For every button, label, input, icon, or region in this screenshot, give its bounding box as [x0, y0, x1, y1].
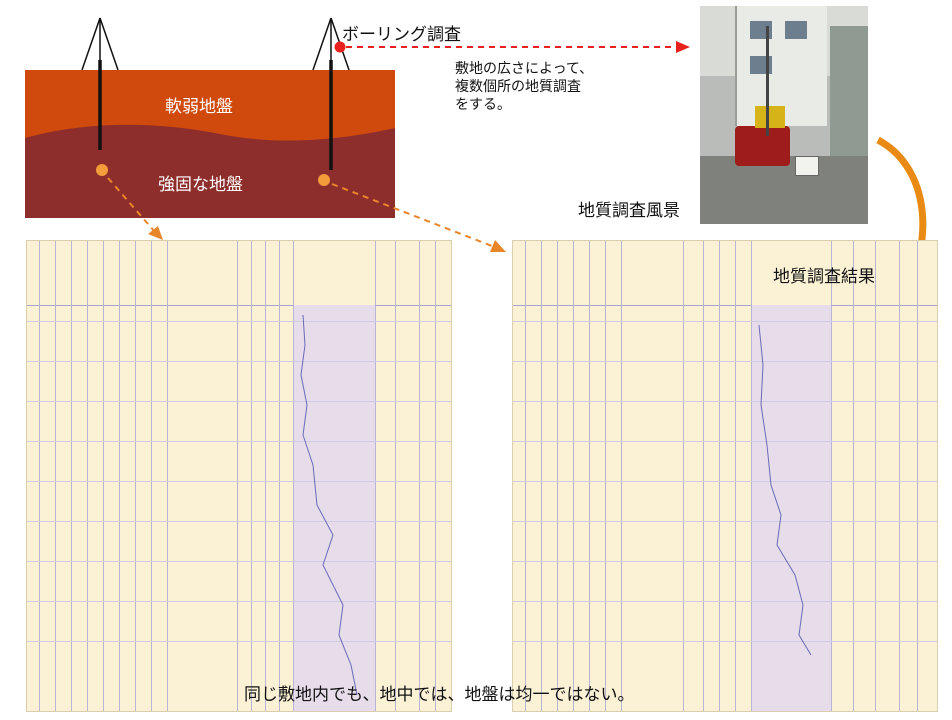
site-photo [700, 6, 868, 224]
boring-log-sheet-right [512, 240, 938, 712]
log-header [27, 241, 451, 306]
sample-point-left [96, 164, 108, 176]
n-value-curve [300, 314, 358, 696]
soft-layer-label: 軟弱地盤 [165, 97, 233, 117]
red-arrowhead [676, 41, 690, 53]
boring-log-sheet-left [26, 240, 452, 712]
boring-note-line: 複数個所の地質調査 [455, 79, 581, 95]
boring-survey-title: ボーリング調査 [342, 25, 461, 45]
photo-caption: 地質調査風景 [578, 201, 680, 221]
boring-survey-note: 敷地の広さによって、 複数個所の地質調査 をする。 [455, 60, 593, 114]
sample-point-right [318, 174, 330, 186]
footer-caption: 同じ敷地内でも、地中では、地盤は均一ではない。 [244, 685, 635, 705]
boring-note-line: 敷地の広さによって、 [455, 61, 594, 77]
hard-layer-label: 強固な地盤 [158, 175, 243, 195]
orange-arrowhead-left [148, 226, 163, 240]
orange-arrowhead-right [490, 240, 506, 252]
result-caption: 地質調査結果 [773, 267, 875, 287]
boring-note-line: をする。 [455, 97, 511, 113]
n-value-curve [758, 324, 812, 656]
